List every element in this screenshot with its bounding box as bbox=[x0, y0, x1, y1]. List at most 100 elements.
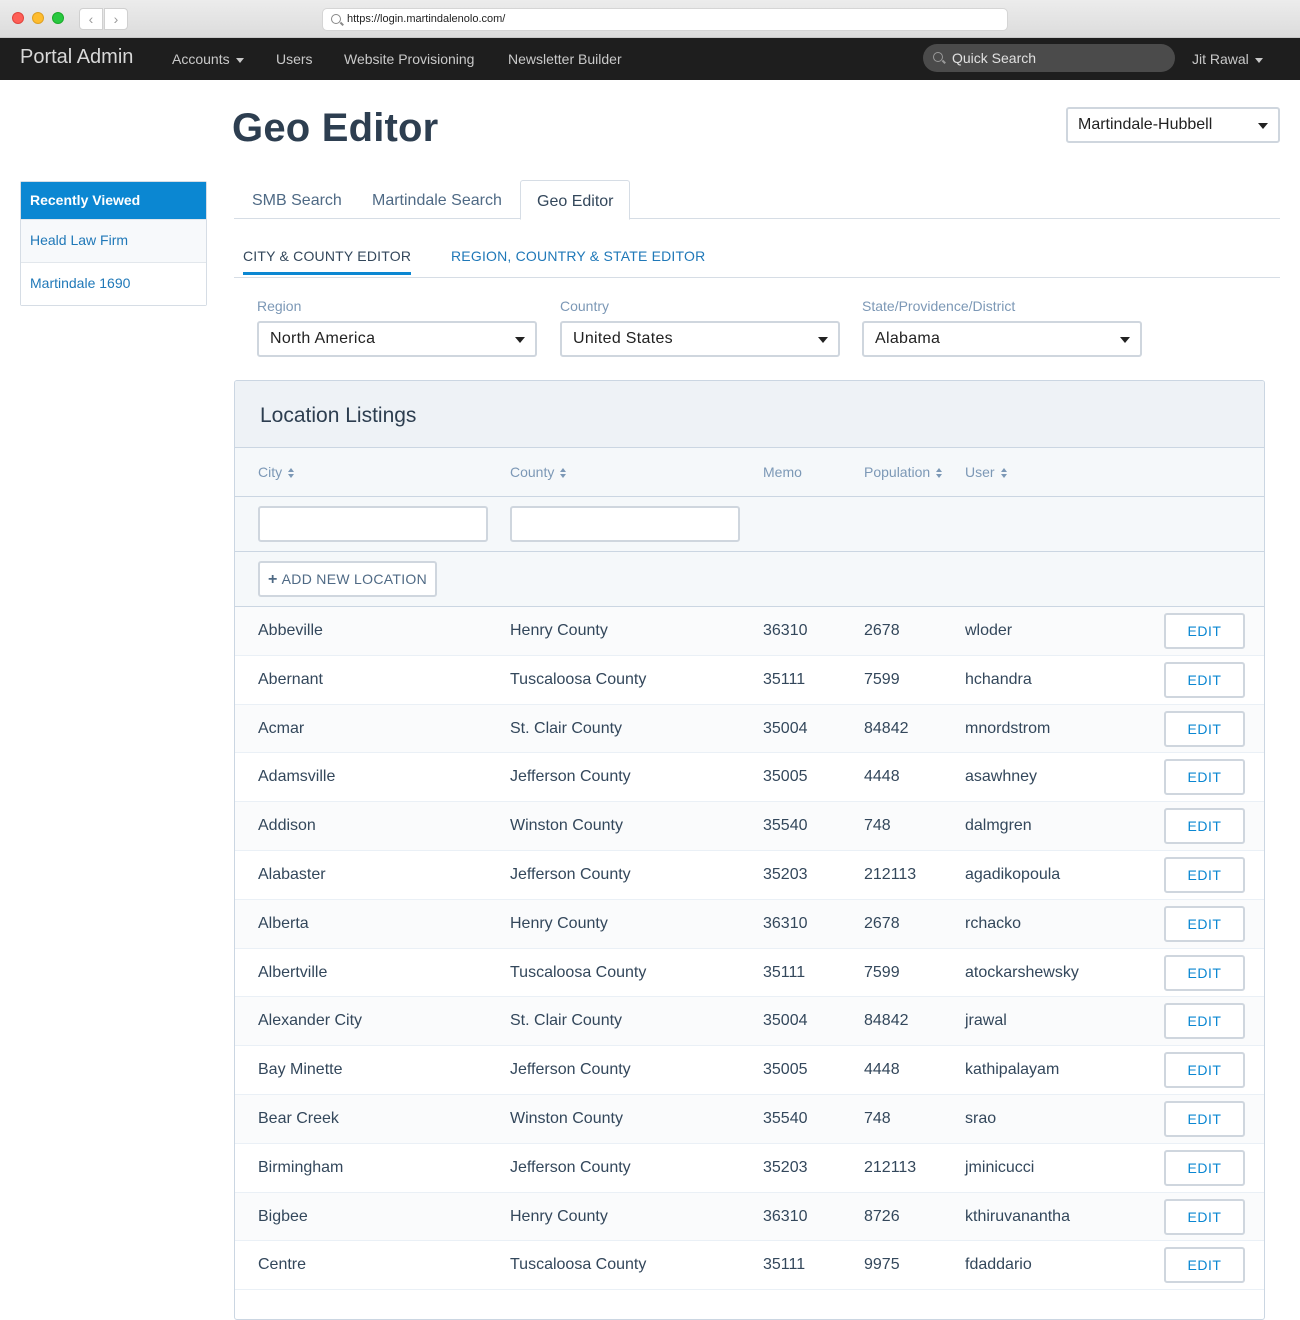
column-header-county[interactable]: County bbox=[510, 464, 567, 480]
nav-website-provisioning[interactable]: Website Provisioning bbox=[344, 51, 474, 67]
memo-cell: 35005 bbox=[763, 1061, 808, 1079]
quick-search-input[interactable]: Quick Search bbox=[923, 44, 1175, 72]
close-window-icon[interactable] bbox=[12, 12, 24, 24]
city-cell: Centre bbox=[258, 1256, 307, 1274]
nav-accounts[interactable]: Accounts bbox=[172, 51, 244, 67]
memo-cell: 35111 bbox=[763, 1256, 806, 1274]
population-cell: 84842 bbox=[864, 1012, 909, 1030]
minimize-window-icon[interactable] bbox=[32, 12, 44, 24]
state-filter: State/Providence/District Alabama bbox=[862, 298, 1142, 357]
city-cell: Albertville bbox=[258, 963, 328, 981]
column-header-population[interactable]: Population bbox=[864, 464, 943, 480]
population-cell: 8726 bbox=[864, 1207, 900, 1225]
population-cell: 2678 bbox=[864, 914, 900, 932]
table-row: Birmingham Jefferson County 35203 212113 jmi… bbox=[235, 1144, 1264, 1193]
back-arrow-icon[interactable]: ‹ bbox=[79, 8, 103, 30]
column-header-user[interactable]: User bbox=[965, 464, 1007, 480]
search-icon bbox=[933, 52, 943, 62]
county-cell: Tuscaloosa County bbox=[510, 1256, 647, 1274]
population-cell: 84842 bbox=[864, 719, 909, 737]
brand-logo[interactable]: Portal Admin bbox=[20, 46, 133, 69]
location-rows: Abbeville Henry County 36310 2678 wloder EDIT… bbox=[235, 607, 1264, 1291]
edit-button[interactable]: EDIT bbox=[1164, 856, 1245, 893]
city-cell: Bay Minette bbox=[258, 1061, 343, 1079]
population-cell: 9975 bbox=[864, 1256, 900, 1274]
add-new-location-button[interactable]: + ADD NEW LOCATION bbox=[258, 561, 437, 597]
memo-cell: 35540 bbox=[763, 817, 808, 835]
sort-icon bbox=[560, 468, 567, 478]
edit-button[interactable]: EDIT bbox=[1164, 1052, 1245, 1089]
edit-button[interactable]: EDIT bbox=[1164, 905, 1245, 942]
column-label: County bbox=[510, 464, 555, 480]
city-cell: Birmingham bbox=[258, 1158, 344, 1176]
sort-icon bbox=[288, 468, 295, 478]
edit-button[interactable]: EDIT bbox=[1164, 1198, 1245, 1235]
edit-button[interactable]: EDIT bbox=[1164, 613, 1245, 649]
memo-cell: 35540 bbox=[763, 1109, 808, 1127]
add-location-row: + ADD NEW LOCATION bbox=[235, 552, 1264, 607]
edit-button[interactable]: EDIT bbox=[1164, 1149, 1245, 1186]
tab-martindale-search[interactable]: Martindale Search bbox=[356, 180, 518, 219]
memo-cell: 36310 bbox=[763, 914, 808, 932]
table-row: Bay Minette Jefferson County 35005 4448 kath… bbox=[235, 1046, 1264, 1095]
country-select[interactable]: United States bbox=[560, 321, 840, 357]
edit-button[interactable]: EDIT bbox=[1164, 1003, 1245, 1040]
edit-button[interactable]: EDIT bbox=[1164, 1247, 1245, 1284]
state-select-value: Alabama bbox=[875, 330, 941, 347]
state-select[interactable]: Alabama bbox=[862, 321, 1142, 357]
tab-geo-editor[interactable]: Geo Editor bbox=[520, 180, 631, 220]
forward-arrow-icon[interactable]: › bbox=[104, 8, 128, 30]
city-cell: Alberta bbox=[258, 914, 309, 932]
recent-item-martindale-1690[interactable]: Martindale 1690 bbox=[21, 262, 206, 305]
edit-button[interactable]: EDIT bbox=[1164, 710, 1245, 747]
table-row: Addison Winston County 35540 748 dalmgren EDI… bbox=[235, 802, 1264, 851]
recent-item-heald-law-firm[interactable]: Heald Law Firm bbox=[21, 219, 206, 262]
memo-cell: 35203 bbox=[763, 1158, 808, 1176]
city-cell: Acmar bbox=[258, 719, 305, 737]
user-menu[interactable]: Jit Rawal bbox=[1192, 51, 1263, 67]
column-label: User bbox=[965, 464, 995, 480]
table-row: Bear Creek Winston County 35540 748 srao EDIT bbox=[235, 1094, 1264, 1144]
table-row: Albertville Tuscaloosa County 35111 7599 ato… bbox=[235, 949, 1264, 998]
nav-newsletter-builder[interactable]: Newsletter Builder bbox=[508, 51, 622, 67]
nav-users[interactable]: Users bbox=[276, 51, 313, 67]
county-cell: Winston County bbox=[510, 817, 623, 835]
subtab-region-country-state-editor[interactable]: REGION, COUNTRY & STATE EDITOR bbox=[451, 248, 705, 264]
table-row: Alberta Henry County 36310 2678 rchacko EDIT bbox=[235, 899, 1264, 949]
edit-button[interactable]: EDIT bbox=[1164, 661, 1245, 698]
column-label: City bbox=[258, 464, 283, 480]
city-cell: Abernant bbox=[258, 670, 323, 688]
edit-button[interactable]: EDIT bbox=[1164, 808, 1245, 845]
user-cell: jrawal bbox=[965, 1012, 1007, 1030]
region-select[interactable]: North America bbox=[257, 321, 537, 357]
county-cell: Winston County bbox=[510, 1109, 623, 1127]
chevron-down-icon bbox=[818, 337, 828, 343]
county-filter-input[interactable] bbox=[510, 506, 740, 542]
edit-button[interactable]: EDIT bbox=[1164, 759, 1245, 796]
edit-button[interactable]: EDIT bbox=[1164, 1100, 1245, 1137]
maximize-window-icon[interactable] bbox=[52, 12, 64, 24]
top-navbar: Portal Admin Accounts Users Website Prov… bbox=[0, 38, 1300, 80]
county-cell: Jefferson County bbox=[510, 865, 631, 883]
table-row: Centre Tuscaloosa County 35111 9975 fdaddari… bbox=[235, 1241, 1264, 1291]
user-name: Jit Rawal bbox=[1192, 51, 1249, 67]
user-cell: fdaddario bbox=[965, 1256, 1032, 1274]
county-cell: Henry County bbox=[510, 1207, 608, 1225]
address-bar[interactable]: https://login.martindalenolo.com/ bbox=[322, 8, 1008, 31]
city-cell: Abbeville bbox=[258, 622, 323, 639]
chevron-down-icon bbox=[1258, 123, 1268, 129]
recently-viewed-heading: Recently Viewed bbox=[21, 182, 206, 219]
sort-icon bbox=[936, 468, 943, 478]
user-cell: wloder bbox=[965, 622, 1013, 639]
population-cell: 7599 bbox=[864, 963, 900, 981]
tab-smb-search[interactable]: SMB Search bbox=[236, 180, 358, 219]
edit-button[interactable]: EDIT bbox=[1164, 954, 1245, 991]
plus-icon: + bbox=[268, 571, 278, 588]
organization-select[interactable]: Martindale-Hubbell bbox=[1066, 107, 1280, 143]
table-header: City County Memo Population User bbox=[235, 448, 1264, 497]
city-filter-input[interactable] bbox=[258, 506, 488, 542]
subtab-city-county-editor[interactable]: CITY & COUNTY EDITOR bbox=[243, 248, 412, 275]
chevron-down-icon bbox=[235, 57, 244, 63]
column-header-city[interactable]: City bbox=[258, 464, 295, 480]
sub-tabs: CITY & COUNTY EDITOR REGION, COUNTRY & S… bbox=[234, 240, 1280, 278]
